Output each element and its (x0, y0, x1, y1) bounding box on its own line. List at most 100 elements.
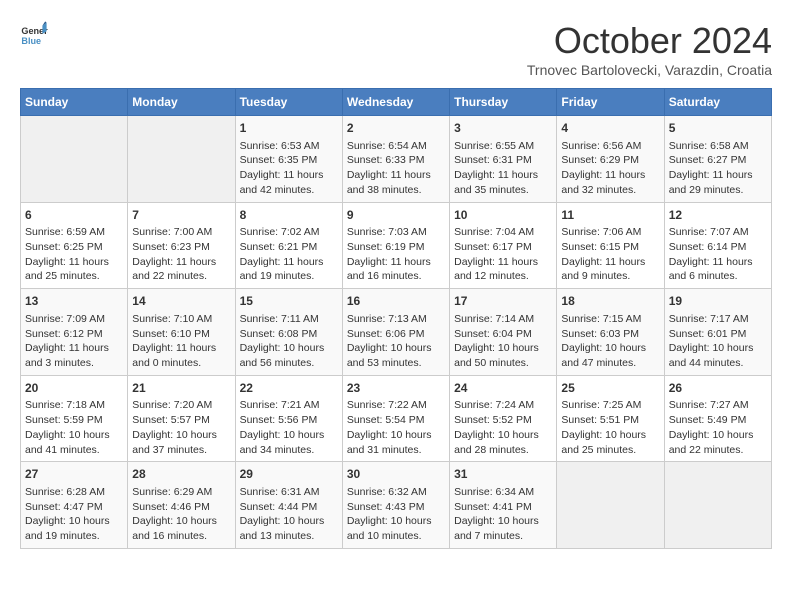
calendar-cell (21, 116, 128, 203)
calendar-week-4: 20Sunrise: 7:18 AM Sunset: 5:59 PM Dayli… (21, 375, 772, 462)
calendar-cell: 23Sunrise: 7:22 AM Sunset: 5:54 PM Dayli… (342, 375, 449, 462)
calendar-body: 1 Sunrise: 6:53 AM Sunset: 6:35 PM Daylig… (21, 116, 772, 549)
day-info: Sunrise: 6:55 AM Sunset: 6:31 PM Dayligh… (454, 139, 552, 198)
day-info: Sunrise: 7:03 AM Sunset: 6:19 PM Dayligh… (347, 225, 445, 284)
calendar-cell (128, 116, 235, 203)
day-info: Sunrise: 6:58 AM Sunset: 6:27 PM Dayligh… (669, 139, 767, 198)
day-number: 7 (132, 207, 230, 224)
day-info: Sunrise: 6:59 AM Sunset: 6:25 PM Dayligh… (25, 225, 123, 284)
day-info: Sunrise: 7:02 AM Sunset: 6:21 PM Dayligh… (240, 225, 338, 284)
page-header: General Blue October 2024 Trnovec Bartol… (20, 20, 772, 78)
calendar-cell: 14 Sunrise: 7:10 AM Sunset: 6:10 PM Dayli… (128, 289, 235, 376)
calendar-cell: 9Sunrise: 7:03 AM Sunset: 6:19 PM Daylig… (342, 202, 449, 289)
day-info: Sunrise: 7:20 AM Sunset: 5:57 PM Dayligh… (132, 398, 230, 457)
day-info: Sunrise: 6:28 AM Sunset: 4:47 PM Dayligh… (25, 485, 123, 544)
day-number: 27 (25, 466, 123, 483)
day-number: 14 (132, 293, 230, 310)
calendar-cell: 20Sunrise: 7:18 AM Sunset: 5:59 PM Dayli… (21, 375, 128, 462)
day-info: Sunrise: 6:56 AM Sunset: 6:29 PM Dayligh… (561, 139, 659, 198)
weekday-header-thursday: Thursday (450, 89, 557, 116)
day-number: 10 (454, 207, 552, 224)
day-info: Sunrise: 6:53 AM Sunset: 6:35 PM Dayligh… (240, 139, 338, 198)
calendar-cell: 25Sunrise: 7:25 AM Sunset: 5:51 PM Dayli… (557, 375, 664, 462)
calendar-cell: 8Sunrise: 7:02 AM Sunset: 6:21 PM Daylig… (235, 202, 342, 289)
day-number: 31 (454, 466, 552, 483)
calendar-header: SundayMondayTuesdayWednesdayThursdayFrid… (21, 89, 772, 116)
weekday-header-tuesday: Tuesday (235, 89, 342, 116)
day-info: Sunrise: 7:11 AM Sunset: 6:08 PM Dayligh… (240, 312, 338, 371)
calendar-cell: 2 Sunrise: 6:54 AM Sunset: 6:33 PM Daylig… (342, 116, 449, 203)
day-info: Sunrise: 6:31 AM Sunset: 4:44 PM Dayligh… (240, 485, 338, 544)
day-number: 21 (132, 380, 230, 397)
day-number: 13 (25, 293, 123, 310)
calendar-cell: 27 Sunrise: 6:28 AM Sunset: 4:47 PM Dayli… (21, 462, 128, 549)
svg-text:Blue: Blue (21, 36, 41, 46)
day-number: 25 (561, 380, 659, 397)
weekday-header-sunday: Sunday (21, 89, 128, 116)
logo: General Blue (20, 20, 48, 48)
title-block: October 2024 Trnovec Bartolovecki, Varaz… (527, 20, 772, 78)
weekday-header-wednesday: Wednesday (342, 89, 449, 116)
day-number: 2 (347, 120, 445, 137)
day-info: Sunrise: 7:24 AM Sunset: 5:52 PM Dayligh… (454, 398, 552, 457)
day-number: 24 (454, 380, 552, 397)
calendar-cell: 10Sunrise: 7:04 AM Sunset: 6:17 PM Dayli… (450, 202, 557, 289)
calendar-cell: 4 Sunrise: 6:56 AM Sunset: 6:29 PM Daylig… (557, 116, 664, 203)
day-number: 8 (240, 207, 338, 224)
day-number: 3 (454, 120, 552, 137)
calendar-cell: 15Sunrise: 7:11 AM Sunset: 6:08 PM Dayli… (235, 289, 342, 376)
day-number: 19 (669, 293, 767, 310)
calendar-cell: 5 Sunrise: 6:58 AM Sunset: 6:27 PM Daylig… (664, 116, 771, 203)
day-info: Sunrise: 7:21 AM Sunset: 5:56 PM Dayligh… (240, 398, 338, 457)
day-info: Sunrise: 6:29 AM Sunset: 4:46 PM Dayligh… (132, 485, 230, 544)
day-info: Sunrise: 6:34 AM Sunset: 4:41 PM Dayligh… (454, 485, 552, 544)
day-info: Sunrise: 6:54 AM Sunset: 6:33 PM Dayligh… (347, 139, 445, 198)
calendar-cell: 7Sunrise: 7:00 AM Sunset: 6:23 PM Daylig… (128, 202, 235, 289)
day-info: Sunrise: 7:17 AM Sunset: 6:01 PM Dayligh… (669, 312, 767, 371)
calendar-cell: 3 Sunrise: 6:55 AM Sunset: 6:31 PM Daylig… (450, 116, 557, 203)
calendar-cell: 24Sunrise: 7:24 AM Sunset: 5:52 PM Dayli… (450, 375, 557, 462)
calendar-cell: 28 Sunrise: 6:29 AM Sunset: 4:46 PM Dayli… (128, 462, 235, 549)
calendar-cell (557, 462, 664, 549)
day-info: Sunrise: 7:10 AM Sunset: 6:10 PM Dayligh… (132, 312, 230, 371)
day-info: Sunrise: 7:07 AM Sunset: 6:14 PM Dayligh… (669, 225, 767, 284)
weekday-header-saturday: Saturday (664, 89, 771, 116)
day-number: 20 (25, 380, 123, 397)
calendar-cell: 19 Sunrise: 7:17 AM Sunset: 6:01 PM Dayli… (664, 289, 771, 376)
calendar-week-3: 13Sunrise: 7:09 AM Sunset: 6:12 PM Dayli… (21, 289, 772, 376)
calendar-cell: 21Sunrise: 7:20 AM Sunset: 5:57 PM Dayli… (128, 375, 235, 462)
day-number: 22 (240, 380, 338, 397)
calendar-week-2: 6Sunrise: 6:59 AM Sunset: 6:25 PM Daylig… (21, 202, 772, 289)
calendar-week-1: 1 Sunrise: 6:53 AM Sunset: 6:35 PM Daylig… (21, 116, 772, 203)
day-info: Sunrise: 7:22 AM Sunset: 5:54 PM Dayligh… (347, 398, 445, 457)
day-number: 17 (454, 293, 552, 310)
calendar-cell: 26Sunrise: 7:27 AM Sunset: 5:49 PM Dayli… (664, 375, 771, 462)
calendar-cell: 6Sunrise: 6:59 AM Sunset: 6:25 PM Daylig… (21, 202, 128, 289)
day-info: Sunrise: 7:13 AM Sunset: 6:06 PM Dayligh… (347, 312, 445, 371)
logo-icon: General Blue (20, 20, 48, 48)
calendar-cell: 12Sunrise: 7:07 AM Sunset: 6:14 PM Dayli… (664, 202, 771, 289)
day-number: 30 (347, 466, 445, 483)
calendar-cell: 13Sunrise: 7:09 AM Sunset: 6:12 PM Dayli… (21, 289, 128, 376)
day-info: Sunrise: 7:25 AM Sunset: 5:51 PM Dayligh… (561, 398, 659, 457)
calendar-cell: 16Sunrise: 7:13 AM Sunset: 6:06 PM Dayli… (342, 289, 449, 376)
day-number: 4 (561, 120, 659, 137)
calendar-cell (664, 462, 771, 549)
day-number: 28 (132, 466, 230, 483)
day-info: Sunrise: 7:04 AM Sunset: 6:17 PM Dayligh… (454, 225, 552, 284)
day-number: 23 (347, 380, 445, 397)
day-number: 26 (669, 380, 767, 397)
day-number: 1 (240, 120, 338, 137)
calendar-cell: 1 Sunrise: 6:53 AM Sunset: 6:35 PM Daylig… (235, 116, 342, 203)
day-info: Sunrise: 7:14 AM Sunset: 6:04 PM Dayligh… (454, 312, 552, 371)
weekday-header-monday: Monday (128, 89, 235, 116)
day-number: 11 (561, 207, 659, 224)
day-number: 18 (561, 293, 659, 310)
day-number: 9 (347, 207, 445, 224)
day-number: 6 (25, 207, 123, 224)
calendar-cell: 11Sunrise: 7:06 AM Sunset: 6:15 PM Dayli… (557, 202, 664, 289)
day-number: 5 (669, 120, 767, 137)
calendar-cell: 18Sunrise: 7:15 AM Sunset: 6:03 PM Dayli… (557, 289, 664, 376)
day-info: Sunrise: 7:06 AM Sunset: 6:15 PM Dayligh… (561, 225, 659, 284)
day-info: Sunrise: 7:18 AM Sunset: 5:59 PM Dayligh… (25, 398, 123, 457)
